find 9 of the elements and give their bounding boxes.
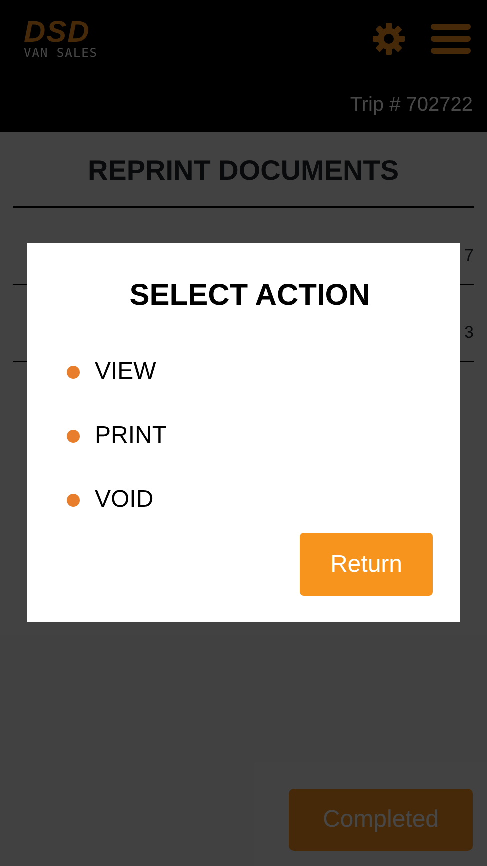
logo-subtitle: VAN SALES xyxy=(24,46,98,60)
trip-number: Trip # 702722 xyxy=(350,93,473,118)
logo-mark: DSD xyxy=(24,18,90,46)
document-number: 7 xyxy=(464,244,474,266)
action-option[interactable]: PRINT xyxy=(95,418,167,454)
action-option[interactable]: VOID xyxy=(95,482,154,518)
dialog-title: SELECT ACTION xyxy=(128,278,372,314)
action-option[interactable]: VIEW xyxy=(95,354,156,390)
document-number: 3 xyxy=(464,322,474,344)
